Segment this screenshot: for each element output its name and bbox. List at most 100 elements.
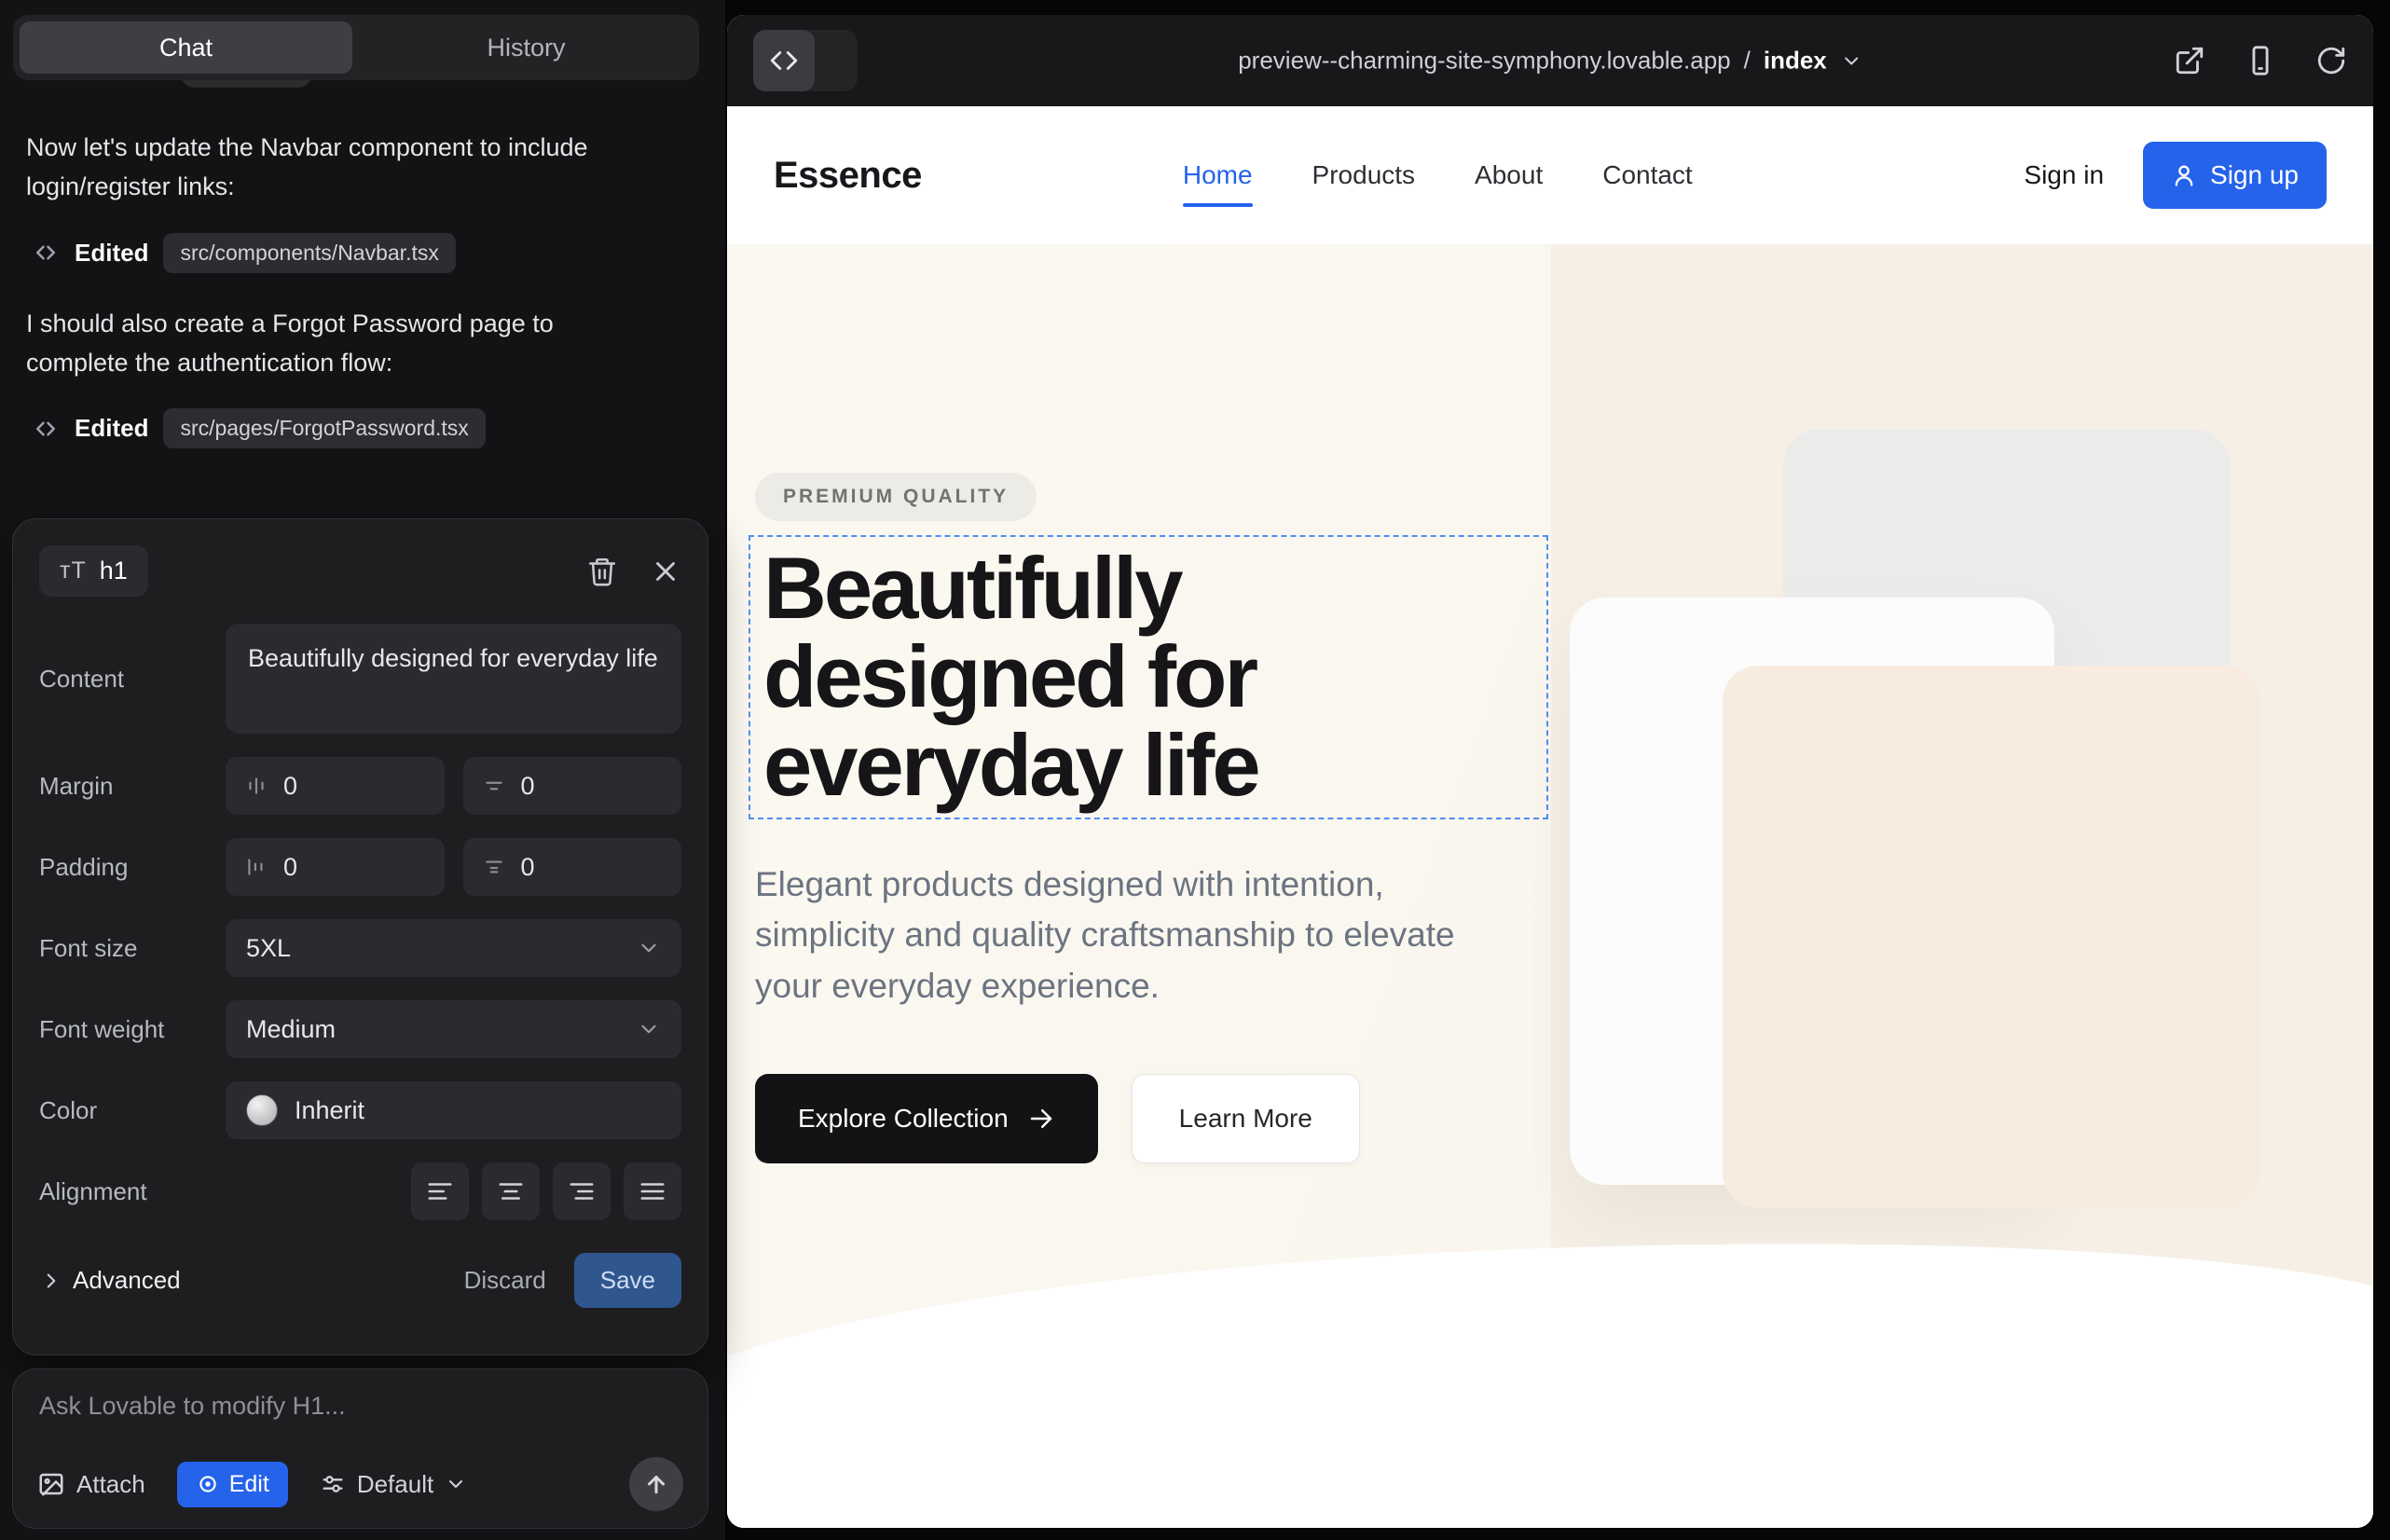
font-weight-select[interactable]: Medium xyxy=(226,1000,681,1058)
nav-auth: Sign in Sign up xyxy=(2024,142,2327,209)
save-button[interactable]: Save xyxy=(574,1253,681,1308)
site-nav: Home Products About Contact xyxy=(1183,160,1693,190)
tab-history[interactable]: History xyxy=(360,21,693,74)
margin-label: Margin xyxy=(39,772,226,801)
preview-page: index xyxy=(1764,47,1827,76)
edit-mode-button[interactable]: Edit xyxy=(177,1462,288,1507)
align-right-button[interactable] xyxy=(553,1162,611,1220)
url-bar[interactable]: preview--charming-site-symphony.lovable.… xyxy=(1238,47,1862,76)
discard-button[interactable]: Discard xyxy=(464,1266,546,1295)
decorative-bottom-curve xyxy=(727,1217,2373,1528)
arrow-up-icon xyxy=(642,1470,670,1498)
edited-file-row: Edited src/components/Navbar.tsx xyxy=(32,233,699,273)
edit-label: Edit xyxy=(229,1471,269,1498)
selected-heading-outline[interactable]: Beautifully designed for everyday life xyxy=(749,535,1548,819)
site-navbar: Essence Home Products About Contact Sign… xyxy=(727,106,2373,244)
color-label: Color xyxy=(39,1096,226,1125)
chevron-down-icon xyxy=(637,936,661,960)
margin-vertical-value: 0 xyxy=(521,772,535,801)
mobile-view-icon[interactable] xyxy=(2245,45,2276,76)
edited-label: Edited xyxy=(75,239,148,268)
nav-link-about[interactable]: About xyxy=(1475,160,1543,190)
preview-window: preview--charming-site-symphony.lovable.… xyxy=(727,15,2373,1528)
edited-file-pill[interactable]: src/components/Navbar.tsx xyxy=(163,233,455,273)
close-editor-button[interactable] xyxy=(650,556,681,587)
typography-icon: тT xyxy=(60,557,87,584)
tab-chat[interactable]: Chat xyxy=(20,21,352,74)
align-left-button[interactable] xyxy=(411,1162,469,1220)
cta-primary-label: Explore Collection xyxy=(798,1104,1009,1134)
align-justify-button[interactable] xyxy=(624,1162,681,1220)
color-select[interactable]: Inherit xyxy=(226,1081,681,1139)
selected-element-pill[interactable]: тT h1 xyxy=(39,545,148,597)
quality-badge: PREMIUM QUALITY xyxy=(755,473,1037,521)
user-icon xyxy=(2171,162,2197,188)
code-icon xyxy=(768,45,800,76)
composer-input[interactable] xyxy=(39,1392,681,1442)
delete-element-button[interactable] xyxy=(586,556,618,587)
sign-up-button[interactable]: Sign up xyxy=(2143,142,2327,209)
hero-cta-row: Explore Collection Learn More xyxy=(755,1074,1360,1163)
code-icon xyxy=(32,415,60,443)
mode-select[interactable]: Default xyxy=(320,1470,467,1499)
composer-toolbar: Attach Edit Default xyxy=(37,1457,683,1511)
advanced-label: Advanced xyxy=(73,1266,181,1295)
font-size-value: 5XL xyxy=(246,934,291,963)
assistant-message: I should also create a Forgot Password p… xyxy=(26,305,618,383)
hero-paragraph: Elegant products designed with intention… xyxy=(755,859,1482,1011)
padding-horizontal-input[interactable]: 0 xyxy=(226,838,445,896)
hero-heading[interactable]: Beautifully designed for everyday life xyxy=(763,544,1533,810)
code-view-toggle[interactable] xyxy=(753,30,858,91)
attach-button[interactable]: Attach xyxy=(37,1470,145,1499)
topbar-actions xyxy=(2174,45,2347,76)
chat-composer: Attach Edit Default xyxy=(12,1368,708,1529)
editor-row-font-weight: Font weight Medium xyxy=(39,1000,681,1058)
padding-vertical-icon xyxy=(482,855,506,879)
edited-file-row: Edited src/pages/ForgotPassword.tsx xyxy=(32,408,699,448)
editor-footer: Advanced Discard Save xyxy=(39,1253,681,1308)
panel-tabs: Chat History xyxy=(13,15,699,80)
content-label: Content xyxy=(39,665,226,694)
send-button[interactable] xyxy=(629,1457,683,1511)
editor-row-content: Content Beautifully designed for everyda… xyxy=(39,624,681,734)
nav-link-products[interactable]: Products xyxy=(1312,160,1416,190)
padding-vertical-value: 0 xyxy=(521,853,535,882)
editor-header: тT h1 xyxy=(39,545,681,597)
nav-link-home[interactable]: Home xyxy=(1183,160,1253,190)
advanced-toggle[interactable]: Advanced xyxy=(39,1266,181,1295)
margin-vertical-input[interactable]: 0 xyxy=(463,757,682,815)
font-size-select[interactable]: 5XL xyxy=(226,919,681,977)
arrow-right-icon xyxy=(1027,1105,1055,1133)
open-external-icon[interactable] xyxy=(2174,45,2205,76)
edited-file-pill[interactable]: src/pages/ForgotPassword.tsx xyxy=(163,408,485,448)
chevron-down-icon xyxy=(445,1473,467,1495)
chevron-right-icon xyxy=(39,1269,63,1293)
url-separator: / xyxy=(1744,47,1751,76)
sign-in-link[interactable]: Sign in xyxy=(2024,160,2104,190)
target-icon xyxy=(196,1472,220,1496)
chat-panel: Chat History Now let's update the Navbar… xyxy=(0,0,725,1540)
align-center-button[interactable] xyxy=(482,1162,540,1220)
content-input[interactable]: Beautifully designed for everyday life xyxy=(226,624,681,734)
margin-vertical-icon xyxy=(482,774,506,798)
alignment-label: Alignment xyxy=(39,1177,226,1206)
mode-label: Default xyxy=(357,1470,433,1499)
padding-label: Padding xyxy=(39,853,226,882)
refresh-icon[interactable] xyxy=(2315,45,2347,76)
attach-label: Attach xyxy=(76,1470,145,1499)
margin-horizontal-icon xyxy=(244,774,268,798)
editor-row-padding: Padding 0 0 xyxy=(39,838,681,896)
padding-horizontal-value: 0 xyxy=(283,853,297,882)
explore-collection-button[interactable]: Explore Collection xyxy=(755,1074,1098,1163)
margin-horizontal-value: 0 xyxy=(283,772,297,801)
padding-vertical-input[interactable]: 0 xyxy=(463,838,682,896)
site-logo[interactable]: Essence xyxy=(774,155,922,197)
margin-horizontal-input[interactable]: 0 xyxy=(226,757,445,815)
edited-label: Edited xyxy=(75,414,148,443)
code-icon xyxy=(32,239,60,267)
decorative-card-beige xyxy=(1723,666,2260,1208)
nav-link-contact[interactable]: Contact xyxy=(1602,160,1693,190)
editor-row-color: Color Inherit xyxy=(39,1081,681,1139)
sliders-icon xyxy=(320,1471,346,1497)
learn-more-button[interactable]: Learn More xyxy=(1132,1074,1360,1163)
